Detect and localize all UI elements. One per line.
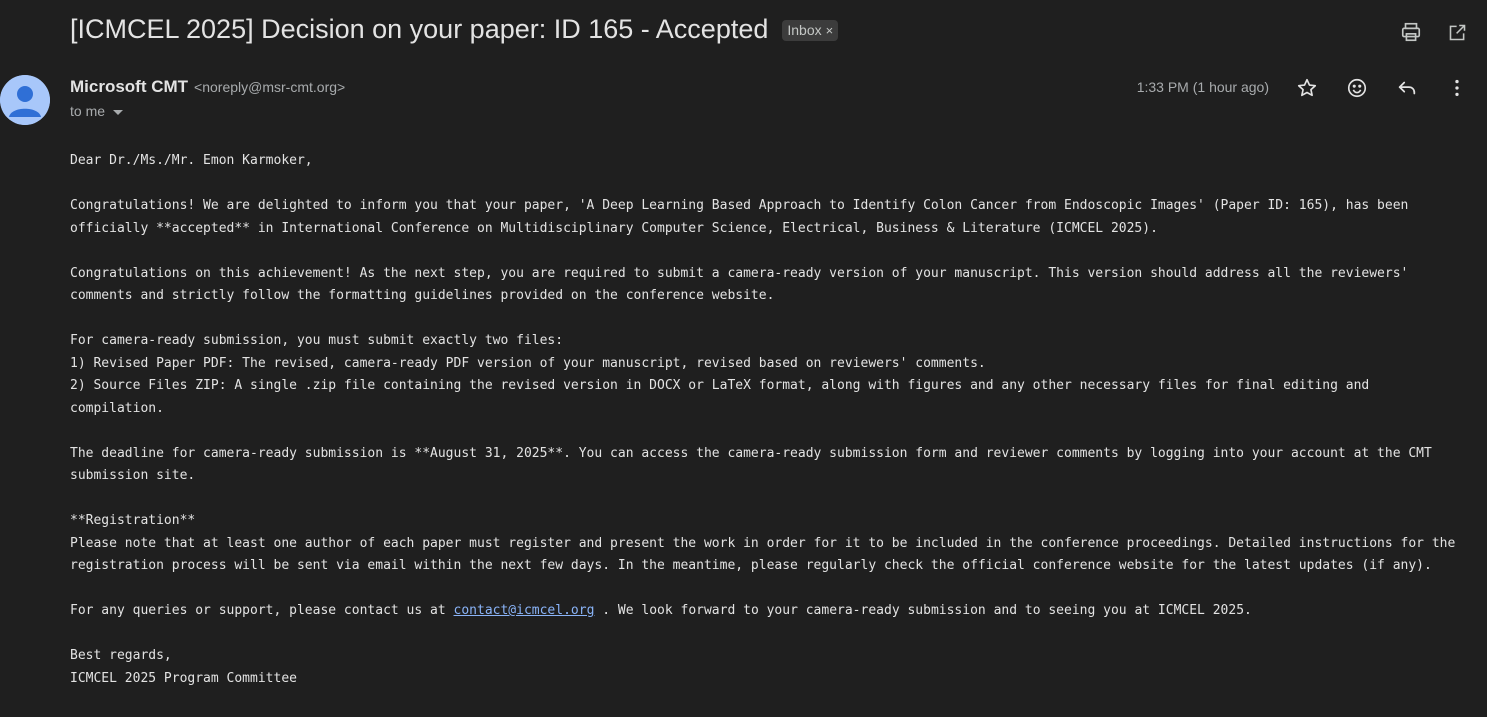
- closing: Best regards,: [70, 648, 172, 663]
- file-item-pdf: 1) Revised Paper PDF: The revised, camer…: [70, 355, 986, 371]
- next-steps-paragraph: Congratulations on this achievement! As …: [70, 265, 1409, 304]
- inbox-label-text: Inbox: [787, 22, 822, 38]
- email-subject-row: [ICMCEL 2025] Decision on your paper: ID…: [70, 14, 839, 45]
- contact-suffix: . We look forward to your camera-ready s…: [594, 603, 1252, 618]
- sender-email: <noreply@msr-cmt.org>: [194, 79, 346, 95]
- message-actions: [1295, 76, 1469, 100]
- greeting: Dear Dr./Ms./Mr. Emon Karmoker,: [70, 153, 313, 168]
- deadline-paragraph: The deadline for camera-ready submission…: [70, 445, 1432, 484]
- closing-section: Best regards, ICMCEL 2025 Program Commit…: [70, 645, 1470, 690]
- reply-icon[interactable]: [1395, 76, 1419, 100]
- contact-paragraph: For any queries or support, please conta…: [70, 600, 1470, 623]
- registration-section: **Registration** Please note that at lea…: [70, 510, 1470, 578]
- email-subject: [ICMCEL 2025] Decision on your paper: ID…: [70, 14, 769, 44]
- contact-email-link[interactable]: contact@icmcel.org: [454, 603, 595, 618]
- recipient-text: to me: [70, 103, 106, 119]
- remove-label-button[interactable]: ×: [826, 23, 834, 38]
- email-body: Dear Dr./Ms./Mr. Emon Karmoker, Congratu…: [70, 150, 1470, 713]
- default-avatar-icon[interactable]: [0, 75, 50, 125]
- signature: ICMCEL 2025 Program Committee: [70, 670, 297, 686]
- contact-prefix: For any queries or support, please conta…: [70, 603, 454, 618]
- star-icon[interactable]: [1295, 76, 1319, 100]
- recipient-details-toggle[interactable]: to me: [70, 103, 124, 119]
- email-timestamp: 1:33 PM (1 hour ago): [1136, 79, 1269, 95]
- sender-row: Microsoft CMT <noreply@msr-cmt.org>: [70, 77, 345, 97]
- thread-actions: [1399, 20, 1469, 44]
- sender-name[interactable]: Microsoft CMT: [70, 77, 188, 97]
- more-vert-icon[interactable]: [1445, 76, 1469, 100]
- inbox-label-chip[interactable]: Inbox ×: [782, 20, 839, 41]
- file-item-zip: 2) Source Files ZIP: A single .zip file …: [70, 378, 1370, 416]
- files-intro: For camera-ready submission, you must su…: [70, 333, 564, 348]
- files-section: For camera-ready submission, you must su…: [70, 330, 1470, 420]
- emoji-react-icon[interactable]: [1345, 76, 1369, 100]
- chevron-down-icon[interactable]: [113, 109, 124, 115]
- print-icon[interactable]: [1399, 20, 1423, 44]
- acceptance-paragraph: Congratulations! We are delighted to inf…: [70, 198, 1409, 236]
- registration-heading: **Registration**: [70, 513, 196, 528]
- open-in-new-window-icon[interactable]: [1445, 20, 1469, 44]
- registration-text: Please note that at least one author of …: [70, 535, 1456, 574]
